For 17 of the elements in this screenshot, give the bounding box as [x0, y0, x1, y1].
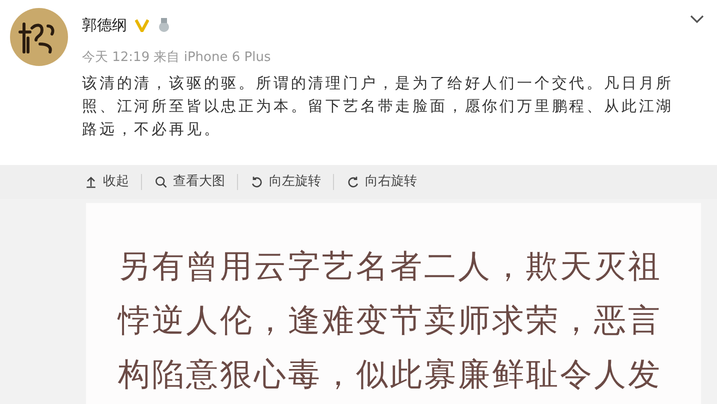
rotate-left-icon — [250, 175, 264, 189]
toolbar-button[interactable]: 向左旋转 — [250, 172, 321, 192]
search-icon — [154, 175, 168, 189]
rotate-right-icon — [346, 175, 360, 189]
avatar-icon — [10, 8, 68, 66]
chevron-down-icon[interactable] — [689, 14, 705, 24]
medal-icon — [157, 17, 171, 33]
arrow-up-icon — [84, 175, 98, 189]
toolbar-button[interactable]: 查看大图 — [154, 172, 225, 192]
image-text-line: 构陷意狠心毒，似此寡廉鲜耻令人发 — [118, 355, 663, 393]
image-text-line: 悖逆人伦，逢难变节卖师求荣，恶言 — [118, 301, 663, 339]
author-name[interactable]: 郭德纲 — [82, 14, 127, 36]
post-text: 该清的清，该驱的驱。所谓的清理门户，是为了给好人们一个交代。凡日月所照、江河所至皆以忠正为本。留下艺名带走脸面，愿你们万里鹏程、从此江湖路远，不必再见。 — [82, 72, 675, 140]
image-text-line: 另有曾用云字艺名者二人，欺天灭祖 — [118, 247, 663, 285]
toolbar-button[interactable]: 向右旋转 — [346, 172, 417, 192]
toolbar-button[interactable]: 收起 — [84, 172, 129, 192]
post-meta: 今天 12:19 来自 iPhone 6 Plus — [82, 49, 272, 67]
